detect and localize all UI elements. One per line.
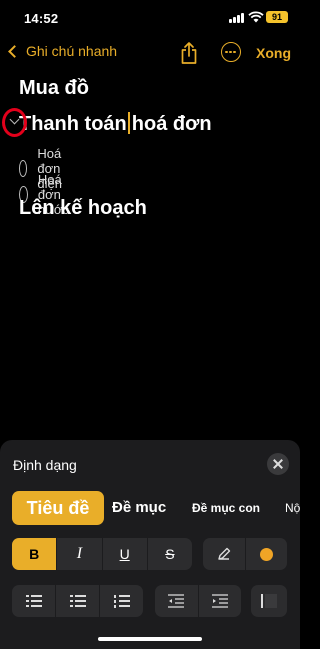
share-icon[interactable] — [180, 41, 198, 65]
indent-group — [155, 585, 241, 617]
battery-icon: 91 — [266, 11, 288, 23]
close-icon[interactable] — [267, 453, 289, 475]
italic-button[interactable]: I — [57, 538, 103, 570]
block-quote-group — [251, 585, 287, 617]
strikethrough-button[interactable]: S — [148, 538, 192, 570]
style-body-button[interactable]: Nộ — [285, 491, 300, 525]
color-dot-icon — [259, 547, 273, 561]
outdent-icon[interactable] — [155, 585, 199, 617]
section-collapse-toggle[interactable] — [2, 108, 27, 137]
signal-icon — [229, 13, 245, 23]
more-options-icon[interactable] — [221, 42, 241, 62]
status-bar: 14:52 91 — [0, 0, 300, 36]
heading-mua-do[interactable]: Mua đồ — [19, 77, 89, 100]
dashed-list-icon[interactable] — [56, 585, 100, 617]
home-indicator[interactable] — [98, 637, 202, 641]
chevron-down-icon — [9, 114, 20, 125]
chevron-left-icon — [8, 44, 21, 58]
underline-button[interactable]: U — [103, 538, 148, 570]
back-button[interactable]: Ghi chú nhanh — [6, 43, 117, 59]
done-button[interactable]: Xong — [256, 45, 291, 61]
highlight-color-button[interactable] — [246, 538, 288, 570]
style-subheading-button[interactable]: Đề mục con — [192, 491, 260, 525]
bold-button[interactable]: B — [12, 538, 58, 570]
list-style-group — [12, 585, 143, 617]
highlight-group — [203, 538, 287, 570]
text-format-group: B I U S — [12, 538, 192, 570]
nav-bar: Ghi chú nhanh Xong — [0, 38, 300, 70]
format-panel: Định dạng Tiêu đề Đề mục Đề mục con Nộ B… — [0, 440, 300, 649]
back-label: Ghi chú nhanh — [26, 43, 118, 59]
status-time: 14:52 — [24, 11, 59, 26]
style-heading-button[interactable]: Đề mục — [112, 491, 166, 525]
indent-icon[interactable] — [199, 585, 242, 617]
numbered-list-icon[interactable] — [100, 585, 143, 617]
bulleted-list-icon[interactable] — [12, 585, 56, 617]
paragraph-style-picker: Tiêu đề Đề mục Đề mục con Nộ — [0, 491, 300, 525]
heading-text-after-cursor: hoá đơn — [131, 113, 212, 135]
heading-thanh-toan[interactable]: Thanh toán hoá đơn — [19, 112, 212, 136]
style-title-button[interactable]: Tiêu đề — [12, 491, 104, 525]
format-panel-title: Định dạng — [13, 457, 77, 473]
wifi-icon — [248, 11, 264, 23]
block-quote-icon[interactable] — [251, 585, 287, 617]
text-cursor — [127, 112, 130, 134]
heading-text-before-cursor: Thanh toán — [19, 113, 127, 135]
heading-len-ke-hoach[interactable]: Lên kế hoạch — [19, 197, 147, 220]
pencil-icon[interactable] — [203, 538, 246, 570]
